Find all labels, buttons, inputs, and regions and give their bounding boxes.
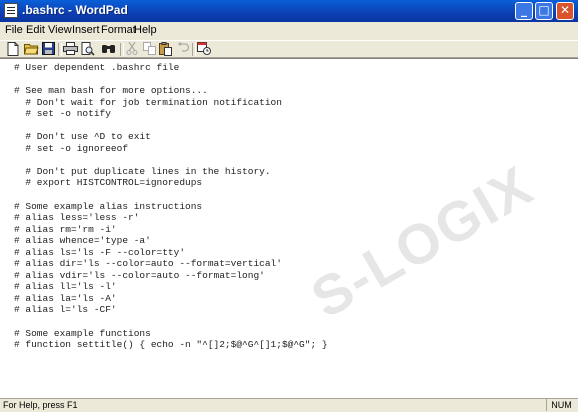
- document-line[interactable]: # export HISTCONTROL=ignoredups: [14, 177, 328, 189]
- document-line[interactable]: # alias whence='type -a': [14, 235, 328, 247]
- save-icon[interactable]: [41, 42, 55, 56]
- document-line[interactable]: # function settitle() { echo -n "^[]2;$@…: [14, 339, 328, 351]
- document-line[interactable]: # Some example alias instructions: [14, 201, 328, 213]
- menu-format[interactable]: Format: [101, 24, 136, 36]
- document-line[interactable]: # alias less='less -r': [14, 212, 328, 224]
- document-line[interactable]: # alias l='ls -CF': [14, 304, 328, 316]
- document-line[interactable]: # alias ll='ls -l': [14, 281, 328, 293]
- document-line[interactable]: # alias dir='ls --color=auto --format=ve…: [14, 258, 328, 270]
- paste-icon[interactable]: [158, 42, 172, 56]
- print-preview-icon[interactable]: [81, 42, 95, 56]
- document-line[interactable]: # set -o notify: [14, 108, 328, 120]
- document-line[interactable]: [14, 74, 328, 86]
- toolbar-separator: [120, 43, 124, 56]
- document-line[interactable]: [14, 189, 328, 201]
- menu-view[interactable]: View: [48, 24, 72, 36]
- new-document-icon[interactable]: [6, 42, 20, 56]
- wordpad-icon[interactable]: [4, 3, 18, 18]
- print-icon[interactable]: [63, 42, 78, 56]
- find-icon[interactable]: [101, 42, 115, 56]
- close-button[interactable]: ✕: [556, 2, 574, 20]
- minimize-button[interactable]: _: [515, 2, 533, 20]
- document-line[interactable]: # See man bash for more options...: [14, 85, 328, 97]
- document-text[interactable]: # User dependent .bashrc file # See man …: [14, 62, 328, 351]
- document-line[interactable]: # alias vdir='ls --color=auto --format=l…: [14, 270, 328, 282]
- document-line[interactable]: # Don't use ^D to exit: [14, 131, 328, 143]
- menu-bar: File Edit View Insert Format Help: [0, 22, 578, 40]
- watermark: S-LOGIX: [300, 153, 544, 330]
- title-bar[interactable]: .bashrc - WordPad _ □ ✕: [0, 0, 578, 22]
- maximize-button[interactable]: □: [535, 2, 553, 20]
- document-line[interactable]: # User dependent .bashrc file: [14, 62, 328, 74]
- document-line[interactable]: # alias rm='rm -i': [14, 224, 328, 236]
- undo-icon[interactable]: [176, 42, 190, 56]
- window-title: .bashrc - WordPad: [22, 3, 128, 17]
- status-help-text: For Help, press F1: [3, 400, 78, 410]
- document-line[interactable]: # Some example functions: [14, 328, 328, 340]
- copy-icon[interactable]: [142, 42, 156, 56]
- toolbar-separator: [58, 43, 62, 56]
- document-line[interactable]: [14, 120, 328, 132]
- status-bar: For Help, press F1 NUM: [0, 398, 578, 412]
- cut-icon[interactable]: [125, 41, 139, 56]
- document-editor[interactable]: # User dependent .bashrc file # See man …: [0, 58, 578, 398]
- menu-help[interactable]: Help: [134, 24, 157, 36]
- document-line[interactable]: [14, 316, 328, 328]
- document-line[interactable]: # Don't wait for job termination notific…: [14, 97, 328, 109]
- toolbar: [0, 40, 578, 58]
- document-line[interactable]: # Don't put duplicate lines in the histo…: [14, 166, 328, 178]
- document-line[interactable]: [14, 154, 328, 166]
- toolbar-separator: [192, 43, 196, 56]
- wordpad-window: .bashrc - WordPad _ □ ✕ File Edit View I…: [0, 0, 578, 412]
- num-lock-indicator: NUM: [546, 399, 576, 411]
- document-line[interactable]: # alias ls='ls -F --color=tty': [14, 247, 328, 259]
- document-line[interactable]: # set -o ignoreeof: [14, 143, 328, 155]
- document-line[interactable]: # alias la='ls -A': [14, 293, 328, 305]
- date-time-icon[interactable]: [197, 42, 211, 56]
- menu-insert[interactable]: Insert: [72, 24, 100, 36]
- menu-edit[interactable]: Edit: [26, 24, 45, 36]
- open-folder-icon[interactable]: [23, 42, 39, 56]
- menu-file[interactable]: File: [5, 24, 23, 36]
